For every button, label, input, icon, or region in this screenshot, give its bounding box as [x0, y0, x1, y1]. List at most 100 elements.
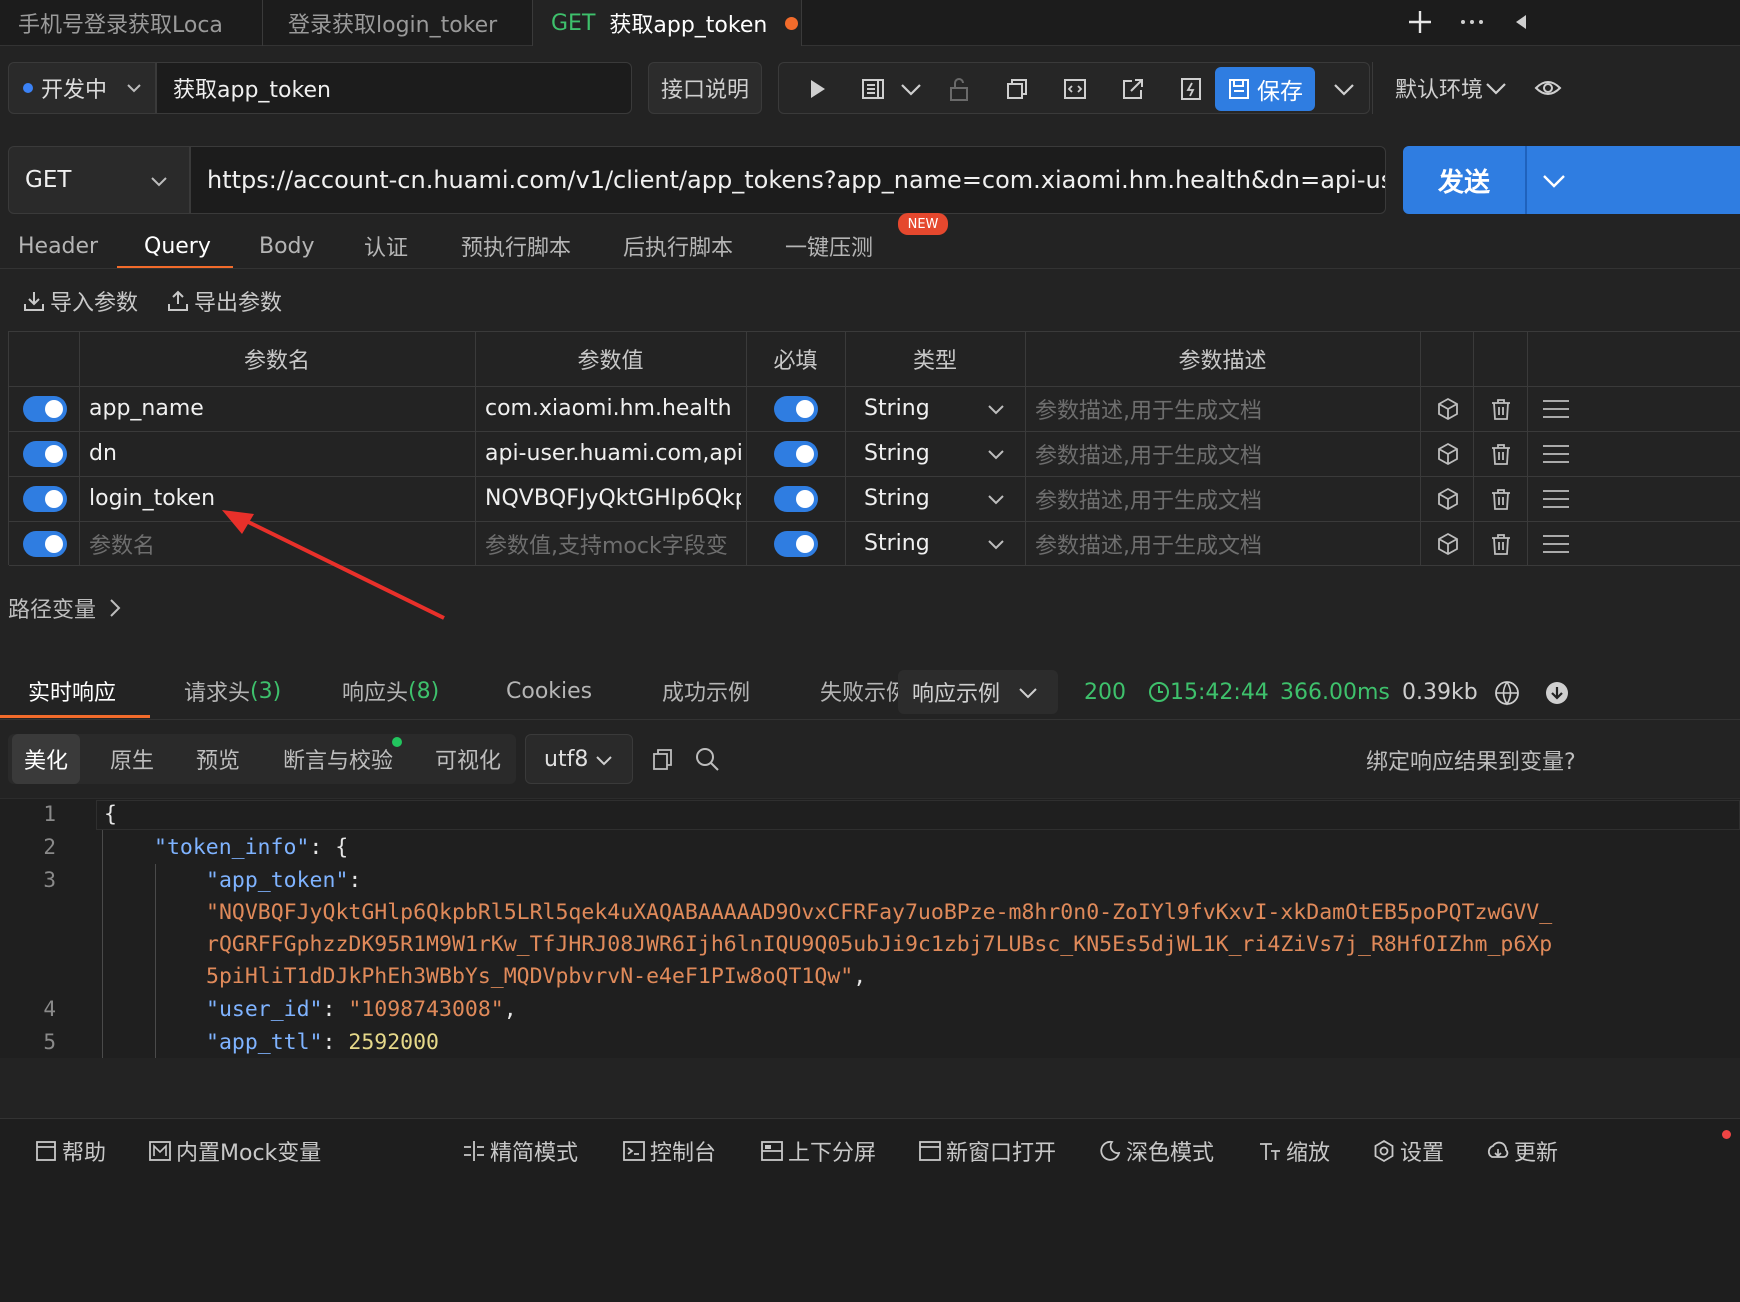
- tab-phone-login[interactable]: 手机号登录获取Loca: [18, 0, 238, 46]
- required-toggle[interactable]: [774, 431, 818, 476]
- drag-handle-icon[interactable]: [1541, 476, 1571, 521]
- param-name[interactable]: dn: [89, 431, 469, 476]
- send-button[interactable]: 发送: [1403, 146, 1525, 214]
- drag-handle-icon[interactable]: [1541, 431, 1571, 476]
- param-desc[interactable]: 参数描述,用于生成文档: [1035, 431, 1415, 476]
- lock-icon[interactable]: [945, 75, 973, 103]
- annotation-arrow: [222, 510, 445, 620]
- copy-icon[interactable]: [650, 746, 676, 772]
- type-select[interactable]: String: [864, 521, 1014, 566]
- param-value[interactable]: com.xiaomi.hm.health: [485, 386, 741, 431]
- mock-cube-icon[interactable]: [1435, 431, 1461, 476]
- enable-toggle[interactable]: [23, 476, 67, 521]
- tab-auth[interactable]: 认证: [364, 224, 408, 268]
- delete-icon[interactable]: [1488, 521, 1514, 566]
- code-line: "token_info": {: [154, 835, 349, 860]
- tab-cookies[interactable]: Cookies: [506, 664, 592, 718]
- tab-stress-test[interactable]: 一键压测: [785, 224, 873, 268]
- tab-failure-example[interactable]: 失败示例: [820, 664, 898, 718]
- search-icon[interactable]: [694, 746, 720, 772]
- mock-cube-icon[interactable]: [1435, 521, 1461, 566]
- api-name-input[interactable]: 获取app_token: [156, 62, 632, 114]
- tab-header[interactable]: Header: [18, 224, 98, 268]
- method-select[interactable]: GET: [8, 146, 190, 214]
- save-button[interactable]: 保存: [1215, 67, 1315, 111]
- view-preview[interactable]: 预览: [196, 734, 240, 784]
- tab-response-headers[interactable]: 响应头 (8): [342, 664, 439, 718]
- required-toggle[interactable]: [774, 521, 818, 566]
- mock-cube-icon[interactable]: [1435, 476, 1461, 521]
- code-icon[interactable]: [1061, 75, 1089, 103]
- zoom-button[interactable]: 缩放: [1258, 1136, 1330, 1166]
- tab-request-headers[interactable]: 请求头 (3): [184, 664, 281, 718]
- tab-pre-script[interactable]: 预执行脚本: [461, 224, 571, 268]
- settings-button[interactable]: 设置: [1372, 1136, 1444, 1166]
- status-select[interactable]: 开发中: [8, 62, 156, 114]
- run-icon[interactable]: [803, 75, 831, 103]
- compact-mode-button[interactable]: 精简模式: [462, 1136, 578, 1166]
- plus-icon[interactable]: [1406, 8, 1434, 36]
- param-desc[interactable]: 参数描述,用于生成文档: [1035, 476, 1415, 521]
- export-params-button[interactable]: 导出参数: [166, 286, 282, 316]
- mock-cube-icon[interactable]: [1435, 386, 1461, 431]
- delete-icon[interactable]: [1488, 386, 1514, 431]
- delete-icon[interactable]: [1488, 431, 1514, 476]
- tab-app-token[interactable]: GET 获取app_token: [533, 0, 801, 46]
- path-variables-toggle[interactable]: 路径变量: [8, 592, 124, 624]
- tab-body[interactable]: Body: [259, 224, 315, 268]
- type-select[interactable]: String: [864, 476, 1014, 521]
- param-desc[interactable]: 参数描述,用于生成文档: [1035, 521, 1415, 566]
- response-example-select[interactable]: 响应示例: [898, 670, 1058, 714]
- update-button[interactable]: 更新: [1486, 1136, 1558, 1166]
- enable-toggle[interactable]: [23, 431, 67, 476]
- eye-icon[interactable]: [1534, 76, 1562, 100]
- send-menu-chevron-icon[interactable]: [1541, 168, 1567, 194]
- collapse-left-icon[interactable]: [1510, 8, 1532, 36]
- import-params-button[interactable]: 导入参数: [22, 286, 138, 316]
- api-doc-button[interactable]: 接口说明: [648, 62, 762, 114]
- more-icon[interactable]: [1458, 8, 1486, 36]
- param-name[interactable]: app_name: [89, 386, 469, 431]
- view-visualize[interactable]: 可视化: [435, 734, 501, 784]
- tab-query[interactable]: Query: [144, 224, 211, 268]
- mock-variables-button[interactable]: 内置Mock变量: [148, 1136, 321, 1166]
- param-value-input[interactable]: 参数值,支持mock字段变: [485, 521, 741, 566]
- type-select[interactable]: String: [864, 431, 1014, 476]
- dark-mode-button[interactable]: 深色模式: [1098, 1136, 1214, 1166]
- status-dot: [23, 83, 33, 93]
- view-raw[interactable]: 原生: [110, 734, 154, 784]
- drag-handle-icon[interactable]: [1541, 521, 1571, 566]
- param-value[interactable]: NQVBQFJyQktGHlp6Qkp: [485, 476, 741, 521]
- chevron-down-icon[interactable]: [897, 75, 925, 103]
- type-select[interactable]: String: [864, 386, 1014, 431]
- split-screen-button[interactable]: 上下分屏: [760, 1136, 876, 1166]
- param-value[interactable]: api-user.huami.com,api-: [485, 431, 741, 476]
- param-desc[interactable]: 参数描述,用于生成文档: [1035, 386, 1415, 431]
- url-input[interactable]: https://account-cn.huami.com/v1/client/a…: [190, 146, 1386, 214]
- share-icon[interactable]: [1119, 75, 1147, 103]
- enable-toggle[interactable]: [23, 521, 67, 566]
- new-window-button[interactable]: 新窗口打开: [918, 1136, 1056, 1166]
- tab-realtime-response[interactable]: 实时响应: [28, 664, 116, 718]
- bind-response-variable-link[interactable]: 绑定响应结果到变量?: [1366, 744, 1740, 774]
- download-icon[interactable]: [1544, 680, 1570, 706]
- view-assertions[interactable]: 断言与校验: [283, 734, 393, 784]
- copy-icon[interactable]: [1003, 75, 1031, 103]
- drag-handle-icon[interactable]: [1541, 386, 1571, 431]
- save-menu-chevron-icon[interactable]: [1330, 75, 1358, 103]
- snapshot-icon[interactable]: [1177, 75, 1205, 103]
- view-beautify[interactable]: 美化: [12, 734, 80, 784]
- required-toggle[interactable]: [774, 476, 818, 521]
- encoding-select[interactable]: utf8: [525, 734, 633, 784]
- tab-post-script[interactable]: 后执行脚本: [623, 224, 733, 268]
- help-button[interactable]: 帮助: [34, 1136, 106, 1166]
- console-button[interactable]: 控制台: [622, 1136, 716, 1166]
- globe-icon[interactable]: [1494, 680, 1520, 706]
- enable-toggle[interactable]: [23, 386, 67, 431]
- form-icon[interactable]: [859, 75, 887, 103]
- tab-login-token[interactable]: 登录获取login_toker: [288, 0, 508, 46]
- delete-icon[interactable]: [1488, 476, 1514, 521]
- environment-select[interactable]: 默认环境: [1395, 70, 1509, 106]
- required-toggle[interactable]: [774, 386, 818, 431]
- tab-success-example[interactable]: 成功示例: [662, 664, 750, 718]
